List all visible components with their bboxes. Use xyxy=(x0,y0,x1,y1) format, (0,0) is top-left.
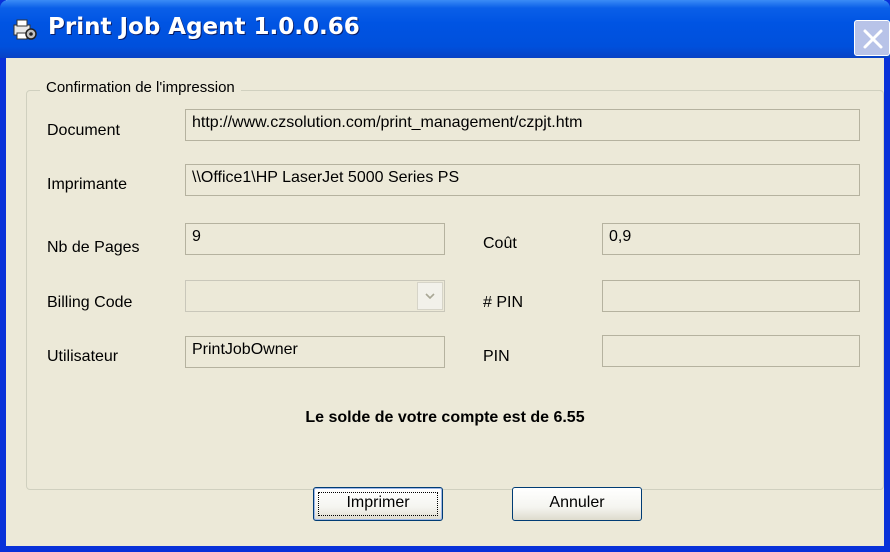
user-field[interactable]: PrintJobOwner xyxy=(185,336,445,368)
user-label: Utilisateur xyxy=(47,348,119,365)
billing-code-dropdown-button[interactable] xyxy=(417,282,443,310)
cost-field[interactable]: 0,9 xyxy=(602,223,860,255)
printer-gear-icon xyxy=(12,16,38,42)
cancel-button-label: Annuler xyxy=(549,494,605,511)
pages-label: Nb de Pages xyxy=(47,239,140,256)
printer-label: Imprimante xyxy=(47,176,128,193)
print-confirmation-dialog: Print Job Agent 1.0.0.66 Confirmation de… xyxy=(0,0,890,552)
pin-number-label: # PIN xyxy=(483,294,524,311)
document-label: Document xyxy=(47,122,120,139)
close-button[interactable] xyxy=(854,20,890,56)
cancel-button[interactable]: Annuler xyxy=(512,487,642,521)
window-title: Print Job Agent 1.0.0.66 xyxy=(48,14,360,40)
billing-code-label: Billing Code xyxy=(47,294,133,311)
printer-field[interactable]: \\Office1\HP LaserJet 5000 Series PS xyxy=(185,164,860,196)
title-bar[interactable]: Print Job Agent 1.0.0.66 xyxy=(0,0,890,58)
groupbox-legend: Confirmation de l'impression xyxy=(40,79,241,96)
close-icon xyxy=(863,29,883,49)
print-button-label: Imprimer xyxy=(346,494,410,511)
dialog-client-area: Confirmation de l'impression Document ht… xyxy=(6,58,884,546)
pin-field[interactable] xyxy=(602,335,860,367)
billing-code-select[interactable] xyxy=(185,280,445,312)
pin-label: PIN xyxy=(483,348,510,365)
pin-number-field[interactable] xyxy=(602,280,860,312)
document-field[interactable]: http://www.czsolution.com/print_manageme… xyxy=(185,109,860,141)
pages-field[interactable]: 9 xyxy=(185,223,445,255)
print-button[interactable]: Imprimer xyxy=(313,487,443,521)
account-balance-text: Le solde de votre compte est de 6.55 xyxy=(305,409,585,426)
cost-label: Coût xyxy=(483,235,517,252)
chevron-down-icon xyxy=(425,293,435,299)
